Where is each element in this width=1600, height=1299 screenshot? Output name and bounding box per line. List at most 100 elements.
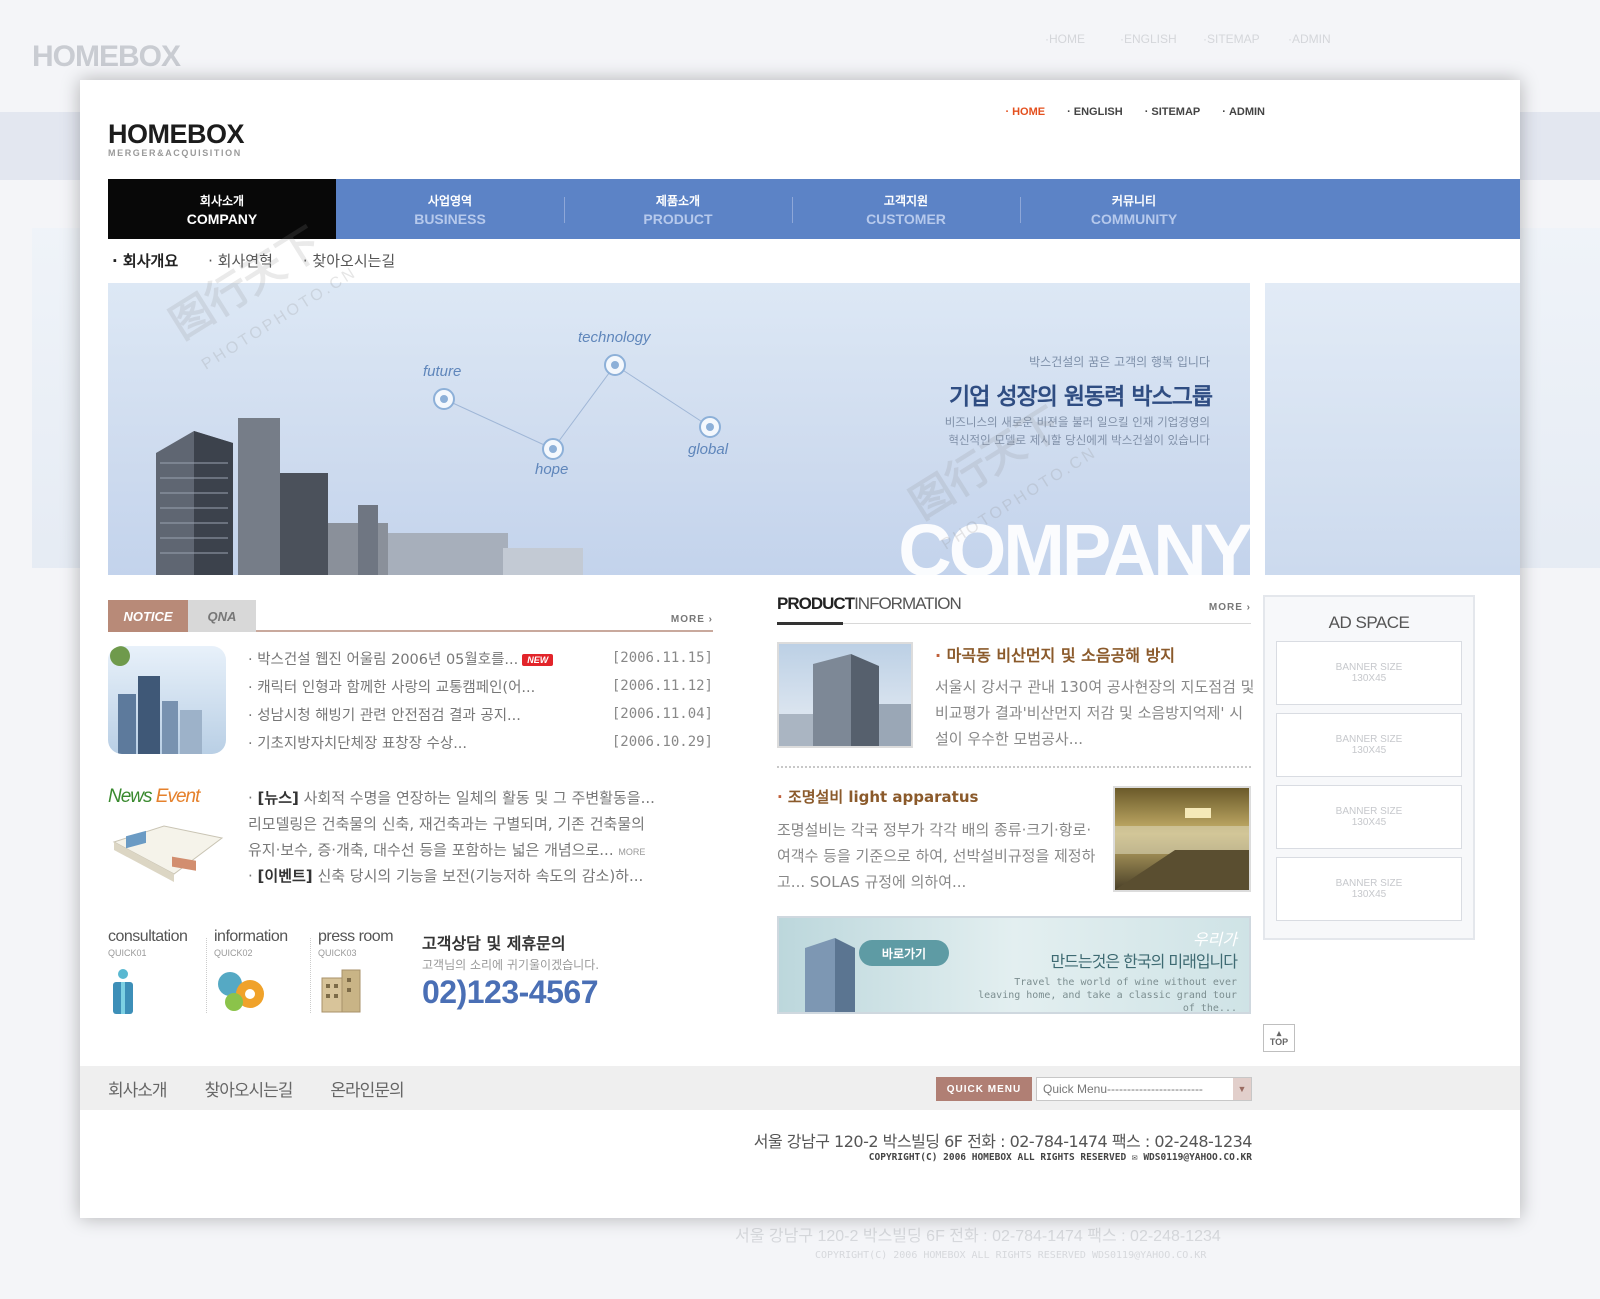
promo-tag: 우리가 <box>1192 930 1237 949</box>
contact-subtitle: 고객님의 소리에 귀기울이겠습니다. <box>422 958 600 972</box>
quick-title: information <box>214 928 288 945</box>
promo-building-image <box>805 938 855 1012</box>
news-tag: [뉴스] <box>257 789 299 807</box>
tab-qna[interactable]: QNA <box>188 600 256 632</box>
quick-title: press room <box>318 928 394 945</box>
main-nav: 회사소개 COMPANY 사업영역 BUSINESS 제품소개 PRODUCT … <box>108 179 1520 239</box>
main-nav-company[interactable]: 회사소개 COMPANY <box>108 179 336 239</box>
news-text-line: 리모델링은 건축물의 신축, 재건축과는 구별되며, 기존 건축물의 <box>248 815 645 833</box>
scroll-top-button[interactable]: ▴ TOP <box>1263 1024 1295 1052</box>
notice-item-title: 기초지방자치단체장 표창장 수상... <box>248 732 467 753</box>
quick-separator <box>310 938 311 1013</box>
notice-item-date: [2006.11.12] <box>611 678 713 694</box>
news-text: 사회적 수명을 연장하는 일체의 활동 및 그 주변활동을... <box>298 789 655 807</box>
banner-desc-line: 혁신적인 모델로 제시할 당신에게 박스건설이 있습니다 <box>948 433 1210 447</box>
notice-thumbnail <box>108 646 226 754</box>
quick-information[interactable]: information QUICK02 <box>214 928 314 1020</box>
ad-banner-slot[interactable]: BANNER SIZE 130X45 <box>1276 641 1462 705</box>
main-nav-product[interactable]: 제품소개 PRODUCT <box>564 179 792 239</box>
product-more-link[interactable]: MORE › <box>1209 602 1251 613</box>
nav-label-en: COMMUNITY <box>1090 210 1178 227</box>
news-text-line: 유지·보수, 증·개축, 대수선 등을 포함하는 넓은 개념으로... MORE <box>248 837 713 863</box>
sub-nav-overview[interactable]: 회사개요 <box>112 250 178 271</box>
main-nav-business[interactable]: 사업영역 BUSINESS <box>336 179 564 239</box>
top-nav-sitemap[interactable]: SITEMAP <box>1145 106 1200 118</box>
tab-notice[interactable]: NOTICE <box>108 600 188 632</box>
notice-item[interactable]: 기초지방자치단체장 표창장 수상... [2006.10.29] <box>248 728 713 756</box>
nav-label-en: CUSTOMER <box>866 210 946 227</box>
footer-copyright: COPYRIGHT(C) 2006 HOMEBOX ALL RIGHTS RES… <box>868 1152 1252 1163</box>
top-nav-home[interactable]: HOME <box>1005 106 1045 118</box>
quick-press-room[interactable]: press room QUICK03 <box>318 928 418 1020</box>
event-label: Event <box>155 786 201 807</box>
hero-banner: future technology hope global 박스건설의 꿈은 고… <box>108 283 1250 575</box>
ad-banner-slot[interactable]: BANNER SIZE 130X45 <box>1276 857 1462 921</box>
background-nav-english: ·ENGLISH <box>1120 32 1177 46</box>
promo-banner[interactable]: 바로가기 우리가 만드는것은 한국의 미래입니다 Travel the worl… <box>777 916 1251 1014</box>
footer-links: 회사소개 찾아오시는길 온라인문의 <box>108 1076 405 1101</box>
top-nav-admin[interactable]: ADMIN <box>1222 106 1265 118</box>
node-future: future <box>423 363 462 380</box>
quick-sub: QUICK01 <box>108 948 147 958</box>
nav-label-en: BUSINESS <box>414 210 486 227</box>
news-item[interactable]: · [이벤트] 신축 당시의 기능을 보전(기능저하 속도의 감소)하... <box>248 863 713 889</box>
promo-title: 만드는것은 한국의 미래입니다 <box>1050 952 1238 971</box>
ad-banner-slot[interactable]: BANNER SIZE 130X45 <box>1276 713 1462 777</box>
sub-nav-directions[interactable]: 찾아오시는길 <box>303 250 395 271</box>
logo-tagline: MERGER&ACQUISITION <box>108 148 242 158</box>
main-nav-customer[interactable]: 고객지원 CUSTOMER <box>792 179 1020 239</box>
notice-item[interactable]: 캐릭터 인형과 함께한 사랑의 교통캠페인(어... [2006.11.12] <box>248 672 713 700</box>
nav-label-ko: 커뮤니티 <box>1111 193 1157 208</box>
product-header: PRODUCTINFORMATION MORE › <box>777 588 1251 625</box>
sub-nav: 회사개요 회사연혁 찾아오시는길 <box>112 250 395 271</box>
notice-more-link[interactable]: MORE › <box>671 614 713 625</box>
nav-label-en: PRODUCT <box>643 210 713 227</box>
quick-sub: QUICK02 <box>214 948 253 958</box>
footer-link-company[interactable]: 회사소개 <box>108 1076 168 1101</box>
news-item[interactable]: · [뉴스] 사회적 수명을 연장하는 일체의 활동 및 그 주변활동을... <box>248 785 713 811</box>
station-photo <box>1115 808 1249 890</box>
top-nav: HOME ENGLISH SITEMAP ADMIN <box>1005 106 1265 118</box>
top-nav-english[interactable]: ENGLISH <box>1067 106 1123 118</box>
chevron-down-icon[interactable]: ▼ <box>1233 1078 1251 1100</box>
notice-item[interactable]: 박스건설 웹진 어울림 2006년 05월호를...NEW [2006.11.1… <box>248 644 713 672</box>
ad-slot-label: BANNER SIZE <box>1335 662 1403 673</box>
page-window: HOMEBOX MERGER&ACQUISITION HOME ENGLISH … <box>80 80 1520 1218</box>
notice-item-text: 박스건설 웹진 어울림 2006년 05월호를... <box>257 651 519 668</box>
notice-tabs: NOTICE QNA MORE › <box>108 600 713 632</box>
notice-item-title: 성남시청 해빙기 관련 안전점검 결과 공지... <box>248 704 521 725</box>
ad-banner-slot[interactable]: BANNER SIZE 130X45 <box>1276 785 1462 849</box>
banner-subtitle: 박스건설의 꿈은 고객의 행복 입니다 <box>1029 355 1210 369</box>
background-copyright: COPYRIGHT(C) 2006 HOMEBOX ALL RIGHTS RES… <box>815 1250 1207 1261</box>
news-more-link[interactable]: MORE <box>618 847 645 857</box>
product-image-building[interactable] <box>777 642 913 748</box>
contact-title: 고객상담 및 제휴문의 <box>422 934 566 953</box>
ad-slot-size: 130X45 <box>1351 889 1387 900</box>
nav-label-ko: 고객지원 <box>883 193 929 208</box>
product-item-title[interactable]: 마곡동 비산먼지 및 소음공해 방지 <box>935 642 1175 666</box>
ad-slot-label: BANNER SIZE <box>1335 878 1403 889</box>
product-image-station[interactable] <box>1113 786 1251 892</box>
main-nav-community[interactable]: 커뮤니티 COMMUNITY <box>1020 179 1248 239</box>
notice-item-date: [2006.11.15] <box>611 650 713 666</box>
quick-menu-select[interactable]: Quick Menu------------------------ ▼ <box>1036 1077 1252 1101</box>
ad-slot-size: 130X45 <box>1351 817 1387 828</box>
quick-consultation[interactable]: consultation QUICK01 <box>108 928 208 1020</box>
footer-bar: 회사소개 찾아오시는길 온라인문의 QUICK MENU Quick Menu-… <box>80 1066 1520 1110</box>
footer-address: 서울 강남구 120-2 박스빌딩 6F 전화 : 02-784-1474 팩스… <box>753 1132 1253 1151</box>
product-item-desc: 조명설비는 각국 정부가 각각 배의 종류·크기·항로·여객수 등을 기준으로 … <box>777 821 1096 891</box>
info-icon <box>113 969 133 1014</box>
promo-go-button[interactable]: 바로가기 <box>859 940 949 966</box>
site-logo[interactable]: HOMEBOX MERGER&ACQUISITION <box>108 120 245 158</box>
footer-link-inquiry[interactable]: 온라인문의 <box>330 1076 404 1101</box>
product-item-title[interactable]: 조명설비 light apparatus <box>777 786 979 807</box>
footer-link-directions[interactable]: 찾아오시는길 <box>205 1076 294 1101</box>
notice-item[interactable]: 성남시청 해빙기 관련 안전점검 결과 공지... [2006.11.04] <box>248 700 713 728</box>
news-list: · [뉴스] 사회적 수명을 연장하는 일체의 활동 및 그 주변활동을... … <box>248 785 713 889</box>
nav-label-ko: 회사소개 <box>199 193 245 208</box>
banner-side-panel <box>1265 283 1520 575</box>
promo-english-text: Travel the world of wine without ever le… <box>978 977 1237 1014</box>
ad-slot-size: 130X45 <box>1351 745 1387 756</box>
sub-nav-history[interactable]: 회사연혁 <box>208 250 273 271</box>
background-nav-sitemap: ·SITEMAP <box>1203 32 1260 46</box>
